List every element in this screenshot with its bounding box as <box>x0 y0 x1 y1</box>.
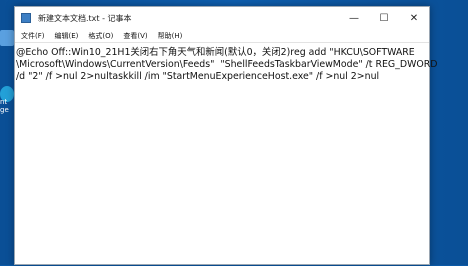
maximize-button[interactable]: ☐ <box>369 7 399 29</box>
window-title: 新建文本文档.txt - 记事本 <box>38 13 132 23</box>
desktop-file-icon[interactable] <box>0 30 14 46</box>
desktop-icon-label: ge <box>0 106 9 114</box>
editor-content[interactable]: @Echo Off::Win10_21H1关闭右下角天气和新闻(默认0，关闭2)… <box>16 47 437 83</box>
menu-file[interactable]: 文件(F) <box>17 31 49 41</box>
menu-help[interactable]: 帮助(H) <box>154 31 187 41</box>
window-controls: — ☐ ✕ <box>339 7 429 29</box>
menu-view[interactable]: 查看(V) <box>119 31 151 41</box>
notepad-window: 新建文本文档.txt - 记事本 — ☐ ✕ 文件(F) 编辑(E) 格式(O)… <box>14 6 437 266</box>
minimize-button[interactable]: — <box>339 7 369 29</box>
close-button[interactable]: ✕ <box>399 7 429 29</box>
text-editor-area[interactable]: @Echo Off::Win10_21H1关闭右下角天气和新闻(默认0，关闭2)… <box>15 42 437 266</box>
editor-line: /d "2" /f >nul 2>nultaskkill /im "StartM… <box>16 71 380 82</box>
editor-line: @Echo Off::Win10_21H1关闭右下角天气和新闻(默认0，关闭2)… <box>16 47 415 58</box>
menu-bar: 文件(F) 编辑(E) 格式(O) 查看(V) 帮助(H) <box>15 29 429 42</box>
desktop-icon-label: nt <box>0 98 8 106</box>
menu-format[interactable]: 格式(O) <box>84 31 117 41</box>
menu-edit[interactable]: 编辑(E) <box>51 31 83 41</box>
title-bar[interactable]: 新建文本文档.txt - 记事本 — ☐ ✕ <box>15 7 429 29</box>
editor-line: \Microsoft\Windows\CurrentVersion\Feeds"… <box>16 59 438 70</box>
notepad-icon <box>21 13 31 23</box>
